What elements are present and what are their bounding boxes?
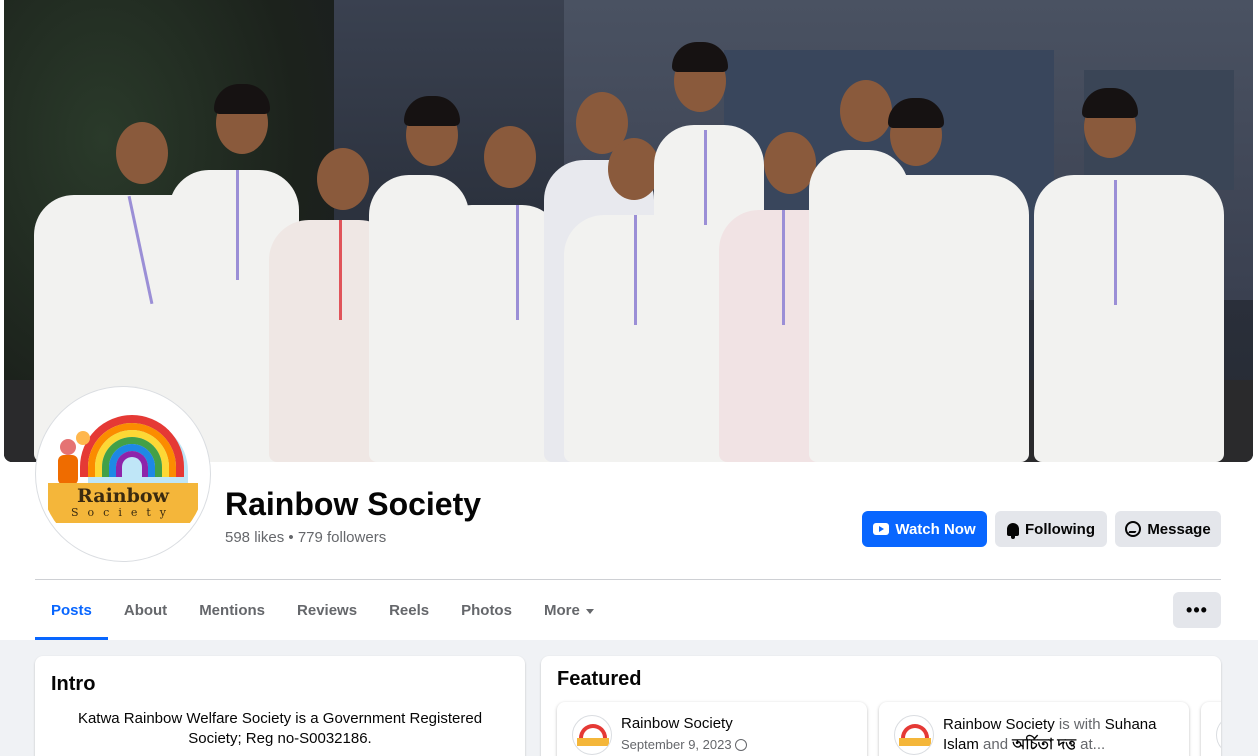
featured-title: Featured: [557, 668, 642, 690]
bell-icon: [1007, 522, 1019, 539]
watch-now-button[interactable]: Watch Now: [862, 511, 987, 547]
tab-photos[interactable]: Photos: [445, 580, 528, 640]
cover-person-head: [764, 132, 816, 194]
post-author[interactable]: Rainbow Society: [621, 715, 733, 732]
featured-post[interactable]: Rainbow Society September 9, 2023: [557, 702, 867, 756]
tab-reviews[interactable]: Reviews: [281, 580, 373, 640]
message-label: Message: [1147, 520, 1211, 538]
cover-person: [432, 205, 562, 462]
tab-about[interactable]: About: [108, 580, 183, 640]
page-stats: 598 likes • 779 followers: [225, 529, 386, 546]
cover-person-head: [116, 122, 168, 184]
following-label: Following: [1025, 520, 1095, 538]
more-options-button[interactable]: •••: [1173, 592, 1221, 628]
post-author-avatar[interactable]: [572, 715, 612, 755]
cover-person-hair: [404, 96, 460, 126]
page-title[interactable]: Rainbow Society: [225, 486, 481, 523]
cover-photo[interactable]: [4, 0, 1253, 462]
messenger-icon: [1125, 521, 1142, 537]
tab-more-label: More: [543, 601, 580, 619]
post-tagged-user[interactable]: অর্চিতা দত্ত: [1012, 736, 1076, 753]
logo-title: Rainbow: [77, 485, 169, 507]
cover-person-head: [608, 138, 660, 200]
caret-down-icon: [585, 608, 594, 614]
featured-post[interactable]: Rainbow Society is with Suhana Islam and…: [879, 702, 1189, 756]
cover-lanyard: [516, 205, 519, 320]
cover-lanyard: [1114, 180, 1117, 305]
cover-person: [1034, 175, 1224, 462]
intro-text: Katwa Rainbow Welfare Society is a Gover…: [77, 710, 483, 747]
following-button[interactable]: Following: [995, 511, 1107, 547]
cover-lanyard: [704, 130, 707, 225]
tab-reels[interactable]: Reels: [373, 580, 445, 640]
watch-now-label: Watch Now: [895, 520, 976, 538]
post-and-text: and: [983, 736, 1009, 753]
featured-card: Featured Rainbow Society September 9, 20…: [541, 656, 1221, 756]
cover-person-head: [317, 148, 369, 210]
post-date-text[interactable]: September 9, 2023: [621, 737, 732, 752]
page-tabs: Posts About Mentions Reviews Reels Photo…: [35, 580, 610, 640]
cover-lanyard: [339, 220, 342, 320]
post-at-text: at...: [1080, 736, 1106, 753]
play-video-icon: [873, 523, 890, 535]
tab-more[interactable]: More: [528, 580, 610, 640]
featured-post[interactable]: [1201, 702, 1221, 756]
globe-icon: [734, 738, 747, 751]
cover-person: [849, 175, 1029, 462]
post-header-text: Rainbow Society is with Suhana Islam and…: [943, 715, 1173, 755]
followers-count[interactable]: 779 followers: [298, 529, 386, 546]
post-date: September 9, 2023: [621, 737, 747, 752]
tab-posts[interactable]: Posts: [35, 580, 108, 640]
cover-lanyard: [782, 210, 785, 325]
post-author-avatar[interactable]: [894, 715, 934, 755]
post-author-avatar[interactable]: [1216, 715, 1221, 755]
intro-card: Intro Katwa Rainbow Welfare Society is a…: [35, 656, 525, 756]
post-author[interactable]: Rainbow Society: [943, 716, 1055, 733]
tab-mentions[interactable]: Mentions: [183, 580, 281, 640]
cover-person-head: [484, 126, 536, 188]
cover-lanyard: [634, 215, 637, 325]
logo-subtitle: Society: [71, 506, 175, 519]
logo-kids-illustration: [54, 431, 94, 491]
logo-rainbow-violet: [116, 451, 148, 477]
post-with-text: is with: [1058, 716, 1101, 733]
stats-separator: •: [288, 529, 294, 546]
likes-count[interactable]: 598 likes: [225, 529, 284, 546]
cover-lanyard: [236, 170, 239, 280]
message-button[interactable]: Message: [1115, 511, 1221, 547]
intro-title: Intro: [51, 673, 96, 695]
cover-person-head: [840, 80, 892, 142]
profile-avatar[interactable]: Rainbow Society: [36, 387, 210, 561]
